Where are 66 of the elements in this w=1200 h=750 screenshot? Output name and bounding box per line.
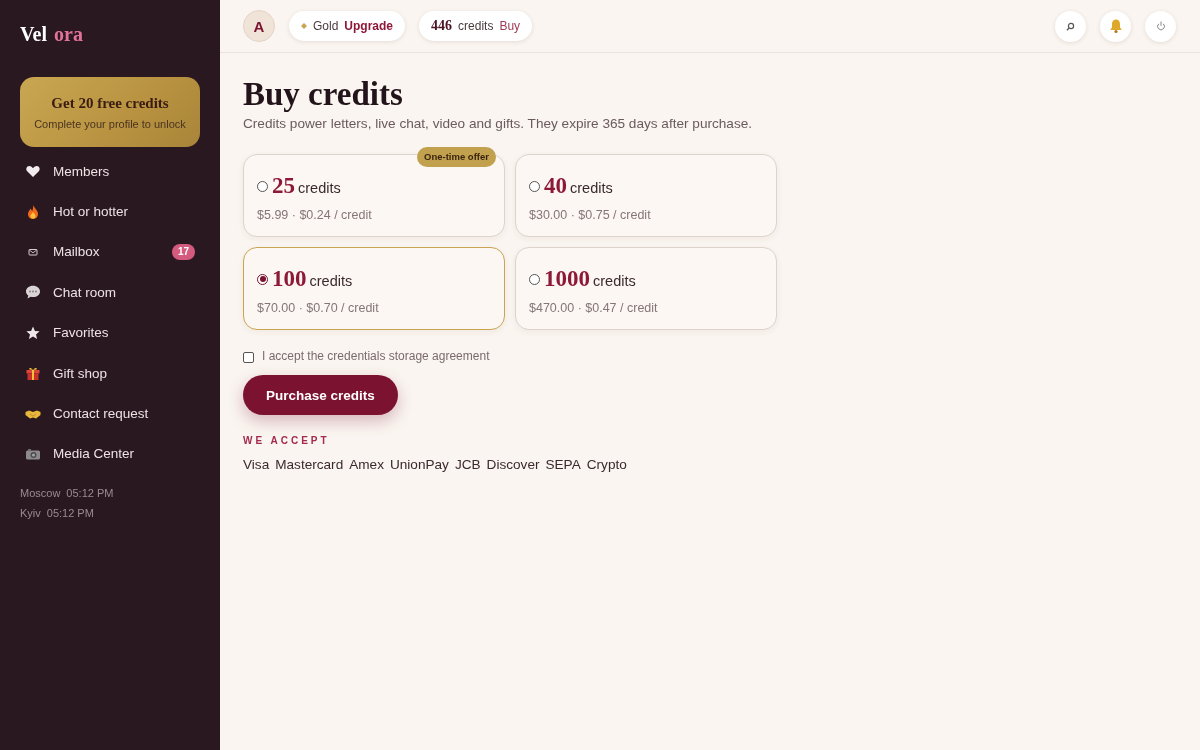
speech-bubble-icon (25, 284, 41, 301)
radio-button[interactable] (257, 273, 268, 285)
promo-card[interactable]: Get 20 free credits Complete your profile to unlock (20, 77, 200, 147)
diamond-icon (301, 23, 307, 29)
logo-text: Vel (20, 22, 48, 46)
package-price: $5.99 · $0.24 / credit (257, 208, 373, 222)
credit-unit: credits (309, 273, 353, 289)
page-title: Buy credits (243, 75, 403, 113)
package-price: $30.00 · $0.75 / credit (529, 208, 652, 222)
city-label: Moscow (20, 486, 61, 501)
promo-title: Get 20 free credits (51, 94, 169, 112)
city-label: Kyiv (20, 506, 41, 521)
credit-amount: 40 (544, 172, 567, 200)
payment-method-label: Crypto (586, 457, 627, 472)
flame-icon (25, 203, 41, 220)
nav-item[interactable]: Mailbox 17 (20, 231, 200, 273)
nav-item[interactable]: Media Center (20, 433, 200, 475)
credit-unit: credits (593, 273, 636, 289)
payment-method-label: Mastercard (275, 457, 344, 472)
nav-item[interactable]: Chat room (20, 272, 200, 313)
nav-item[interactable]: Contact request (20, 393, 200, 434)
avatar[interactable]: A (243, 10, 275, 42)
buy-link[interactable]: Buy (499, 19, 521, 33)
credits-label: credits (458, 19, 494, 33)
payment-method-label: Amex (349, 457, 384, 472)
page-subtitle: Credits power letters, live chat, video and gifts. They expire 365 days after purchase. (243, 115, 753, 133)
offer-badge: One-time offer (417, 147, 496, 167)
agreement-checkbox[interactable] (243, 351, 254, 363)
count-badge: 17 (171, 243, 195, 260)
package-price: $70.00 · $0.70 / credit (257, 301, 380, 315)
gift-icon (25, 365, 41, 382)
search-button[interactable] (1055, 10, 1086, 42)
radio-button[interactable] (529, 180, 540, 192)
credit-amount: 25 (272, 172, 295, 200)
radio-button[interactable] (529, 273, 540, 285)
heart-icon (25, 163, 41, 180)
power-icon (1155, 21, 1166, 31)
logo-text: ora (54, 22, 83, 46)
plan-label: Gold (313, 19, 339, 33)
nav-item[interactable]: Members (20, 151, 200, 192)
nav-item[interactable]: Favorites (20, 312, 200, 353)
nav-item[interactable]: Hot or hotter (20, 191, 200, 232)
section-heading: WE ACCEPT (243, 435, 330, 446)
package-price: $470.00 · $0.47 / credit (529, 301, 659, 315)
payment-method-label: SEPA (545, 457, 581, 472)
time-label: 05:12 PM (46, 506, 94, 521)
payment-method-label: UnionPay (389, 457, 449, 472)
credit-package-card[interactable]: 100 credits $70.00 · $0.70 / credit (243, 247, 505, 330)
credits-amount: 446 (431, 18, 453, 34)
credit-package-card[interactable]: 40 credits $30.00 · $0.75 / credit (515, 154, 777, 237)
search-icon (1066, 21, 1075, 31)
time-label: 05:12 PM (66, 486, 114, 501)
payment-method-label: Visa (243, 457, 270, 472)
payment-method-label: JCB (454, 457, 481, 472)
credit-amount: 1000 (544, 265, 590, 293)
purchase-button[interactable]: Purchase credits (243, 375, 398, 415)
radio-button[interactable] (257, 180, 268, 192)
nav-item[interactable]: Gift shop (20, 352, 200, 394)
upgrade-link[interactable]: Upgrade (344, 19, 394, 33)
credit-amount: 100 (272, 265, 307, 293)
credit-unit: credits (570, 180, 613, 196)
agreement-label: I accept the credentials storage agreement (262, 349, 490, 363)
credit-package-card[interactable]: 1000 credits $470.00 · $0.47 / credit (515, 247, 777, 330)
credit-unit: credits (298, 180, 341, 196)
promo-subtitle: Complete your profile to unlock (34, 117, 186, 130)
payment-method-label: Discover (486, 457, 540, 472)
